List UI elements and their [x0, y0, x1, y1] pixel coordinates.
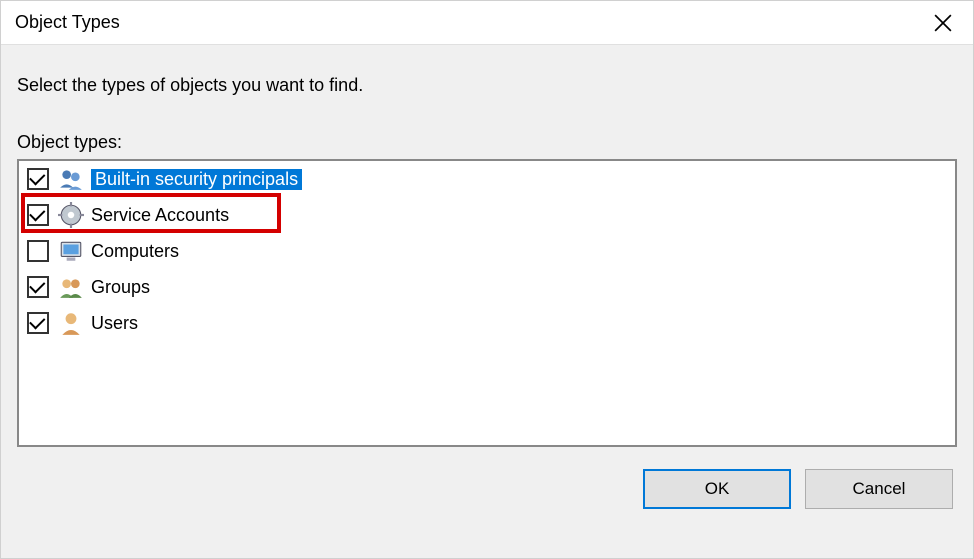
cancel-button[interactable]: Cancel — [805, 469, 953, 509]
cancel-button-label: Cancel — [853, 479, 906, 499]
checkbox-builtin-principals[interactable] — [27, 168, 49, 190]
item-label: Users — [91, 313, 138, 334]
list-item-builtin-principals[interactable]: Built-in security principals — [19, 161, 955, 197]
checkbox-service-accounts[interactable] — [27, 204, 49, 226]
computer-icon — [57, 237, 85, 265]
button-row: OK Cancel — [17, 469, 957, 509]
titlebar: Object Types — [1, 1, 973, 45]
checkbox-groups[interactable] — [27, 276, 49, 298]
gear-icon — [57, 201, 85, 229]
object-types-label: Object types: — [17, 132, 957, 153]
close-button[interactable] — [913, 1, 973, 45]
window-title: Object Types — [15, 12, 120, 33]
user-icon — [57, 309, 85, 337]
groups-icon — [57, 273, 85, 301]
list-item-groups[interactable]: Groups — [19, 269, 955, 305]
item-label: Groups — [91, 277, 150, 298]
item-label: Computers — [91, 241, 179, 262]
instruction-text: Select the types of objects you want to … — [17, 75, 957, 96]
checkbox-users[interactable] — [27, 312, 49, 334]
dialog-content: Select the types of objects you want to … — [1, 45, 973, 558]
object-types-dialog: Object Types Select the types of objects… — [0, 0, 974, 559]
item-label: Built-in security principals — [91, 169, 302, 190]
principals-icon — [57, 165, 85, 193]
list-item-users[interactable]: Users — [19, 305, 955, 341]
object-types-listbox[interactable]: Built-in security principals Service Acc… — [17, 159, 957, 447]
checkbox-computers[interactable] — [27, 240, 49, 262]
list-item-service-accounts[interactable]: Service Accounts — [19, 197, 955, 233]
item-label: Service Accounts — [91, 205, 229, 226]
ok-button-label: OK — [705, 479, 730, 499]
list-item-computers[interactable]: Computers — [19, 233, 955, 269]
close-icon — [934, 14, 952, 32]
ok-button[interactable]: OK — [643, 469, 791, 509]
